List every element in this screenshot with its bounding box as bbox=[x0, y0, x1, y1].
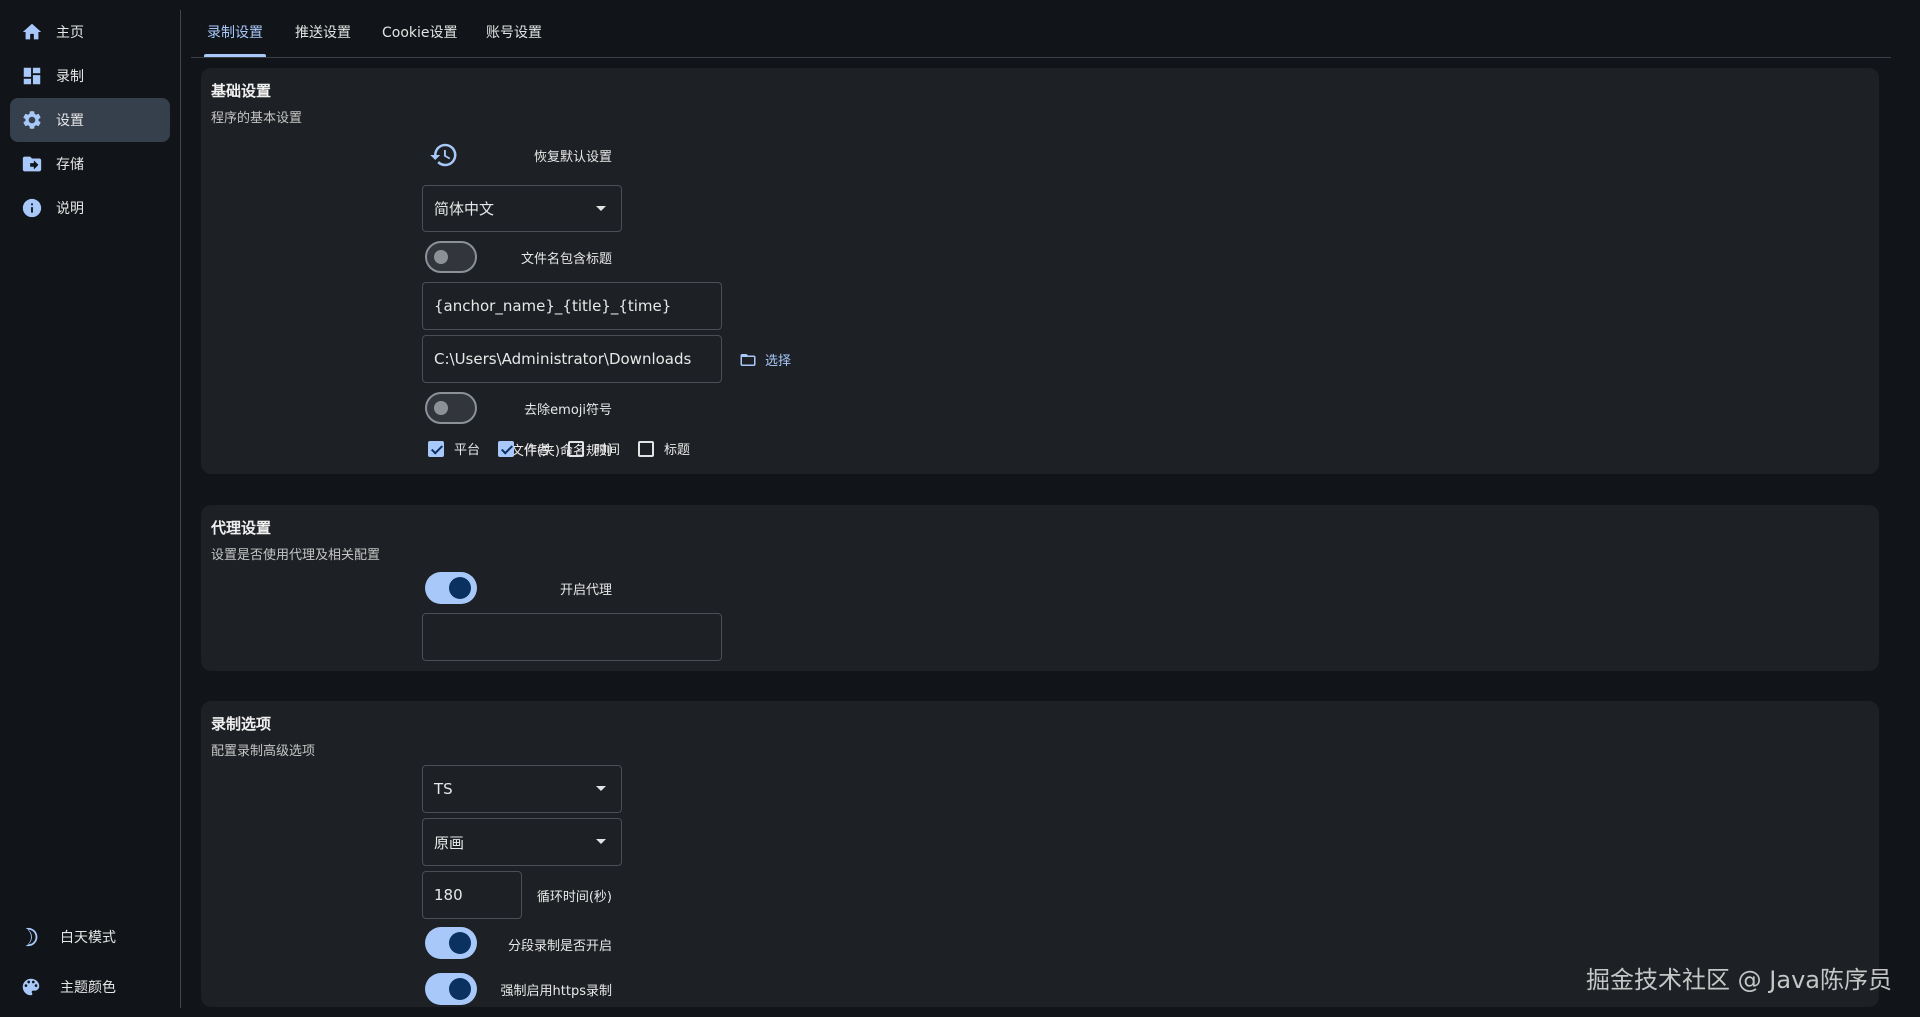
segment-record-switch[interactable] bbox=[425, 927, 477, 959]
checkbox[interactable] bbox=[498, 440, 514, 457]
restore-label: 恢复默认设置 bbox=[533, 150, 612, 165]
settings-tabs: 录制设置 推送设置 Cookie设置 账号设置 bbox=[191, 10, 1891, 58]
remove-emoji-switch[interactable] bbox=[425, 392, 477, 424]
sidebar-item-label: 说明 bbox=[56, 201, 84, 217]
sidebar-item-label: 设置 bbox=[56, 113, 84, 129]
dropdown-caret-icon bbox=[596, 786, 606, 791]
sidebar-item-record[interactable]: 录制 bbox=[10, 54, 170, 98]
format-value: TS bbox=[434, 780, 453, 798]
checkbox[interactable] bbox=[568, 440, 584, 457]
moon-icon bbox=[20, 926, 42, 948]
dropdown-caret-icon bbox=[596, 205, 606, 211]
folder-icon bbox=[740, 353, 756, 366]
home-icon bbox=[21, 21, 43, 43]
theme-color-button[interactable]: 主题颜色 bbox=[20, 975, 116, 999]
checkbox-label: 平台 bbox=[454, 443, 481, 458]
naming-option-title[interactable]: 标题 bbox=[638, 439, 690, 458]
quality-value: 原画 bbox=[434, 833, 465, 852]
loop-time-input[interactable]: 180 bbox=[422, 871, 522, 919]
sidebar-item-settings[interactable]: 设置 bbox=[10, 98, 170, 142]
enable-proxy-switch[interactable] bbox=[425, 572, 477, 604]
watermark: 掘金技术社区 @ Java陈序员 bbox=[1586, 966, 1892, 994]
checkbox[interactable] bbox=[428, 440, 444, 457]
dashboard-icon bbox=[21, 65, 43, 87]
tab-record-settings[interactable]: 录制设置 bbox=[204, 22, 266, 57]
day-mode-label: 白天模式 bbox=[60, 930, 116, 946]
filename-title-switch[interactable] bbox=[425, 241, 477, 273]
nav-list: 主页 录制 设置 存储 说明 bbox=[10, 10, 170, 230]
section-subtitle: 程序的基本设置 bbox=[211, 111, 303, 126]
tab-account-settings[interactable]: 账号设置 bbox=[486, 22, 542, 57]
loop-label: 循环时间(秒) bbox=[536, 890, 612, 905]
segment-label: 分段录制是否开启 bbox=[507, 939, 612, 954]
force-https-switch[interactable] bbox=[425, 973, 477, 1005]
language-value: 简体中文 bbox=[434, 200, 495, 218]
proxy-address-input[interactable] bbox=[422, 613, 722, 661]
sidebar-item-storage[interactable]: 存储 bbox=[10, 142, 170, 186]
naming-option-platform[interactable]: 平台 bbox=[428, 439, 480, 458]
palette-icon bbox=[20, 976, 42, 998]
section-subtitle: 设置是否使用代理及相关配置 bbox=[211, 548, 381, 563]
gear-icon bbox=[21, 109, 43, 131]
checkbox-label: 标题 bbox=[664, 443, 691, 458]
checkbox-label: 时间 bbox=[594, 443, 621, 458]
day-mode-toggle[interactable]: 白天模式 bbox=[20, 925, 116, 949]
naming-option-author[interactable]: 作者 bbox=[498, 439, 550, 458]
dropdown-caret-icon bbox=[596, 839, 606, 844]
naming-option-time[interactable]: 时间 bbox=[568, 439, 620, 458]
choose-label: 选择 bbox=[765, 354, 792, 369]
section-title: 录制选项 bbox=[211, 715, 272, 733]
save-path-value: C:\Users\Administrator\Downloads bbox=[434, 350, 692, 368]
section-subtitle: 配置录制高级选项 bbox=[211, 744, 316, 759]
template-input[interactable]: {anchor_name}_{title}_{time} bbox=[422, 282, 722, 330]
quality-select[interactable]: 原画 bbox=[422, 818, 622, 866]
enable-proxy-label: 开启代理 bbox=[559, 583, 612, 598]
theme-color-label: 主题颜色 bbox=[60, 980, 116, 996]
sidebar: 主页 录制 设置 存储 说明 白天模式 主题颜色 bbox=[0, 0, 180, 1017]
info-icon bbox=[21, 197, 43, 219]
naming-label: 文件(夹)命名规则 bbox=[510, 444, 612, 459]
filename-title-label: 文件名包含标题 bbox=[520, 252, 612, 267]
proxy-settings-card: 代理设置 设置是否使用代理及相关配置 开启代理 代理地址 bbox=[201, 505, 1879, 671]
sidebar-item-label: 主页 bbox=[56, 25, 84, 41]
sidebar-item-label: 录制 bbox=[56, 69, 84, 85]
sidebar-item-home[interactable]: 主页 bbox=[10, 10, 170, 54]
format-select[interactable]: TS bbox=[422, 765, 622, 813]
sidebar-item-about[interactable]: 说明 bbox=[10, 186, 170, 230]
sidebar-item-label: 存储 bbox=[56, 157, 84, 173]
https-label: 强制启用https录制 bbox=[500, 984, 612, 999]
section-title: 代理设置 bbox=[211, 519, 272, 537]
tab-cookie-settings[interactable]: Cookie设置 bbox=[382, 22, 458, 57]
checkbox-label: 作者 bbox=[524, 443, 551, 458]
folder-move-icon bbox=[21, 153, 43, 175]
basic-settings-card: 基础设置 程序的基本设置 恢复默认设置 程序语言 简体中文 文件名包含标题 自定… bbox=[201, 68, 1879, 474]
tab-push-settings[interactable]: 推送设置 bbox=[295, 22, 351, 57]
sidebar-divider bbox=[180, 10, 181, 1008]
restore-icon bbox=[430, 143, 457, 167]
emoji-label: 去除emoji符号 bbox=[524, 403, 612, 418]
template-value: {anchor_name}_{title}_{time} bbox=[434, 297, 672, 315]
restore-defaults-button[interactable] bbox=[429, 140, 459, 174]
language-select[interactable]: 简体中文 bbox=[422, 185, 622, 232]
choose-folder-button[interactable]: 选择 bbox=[739, 350, 791, 369]
save-path-input[interactable]: C:\Users\Administrator\Downloads bbox=[422, 335, 722, 383]
checkbox[interactable] bbox=[638, 440, 654, 457]
section-title: 基础设置 bbox=[211, 82, 272, 100]
loop-value: 180 bbox=[434, 886, 463, 904]
